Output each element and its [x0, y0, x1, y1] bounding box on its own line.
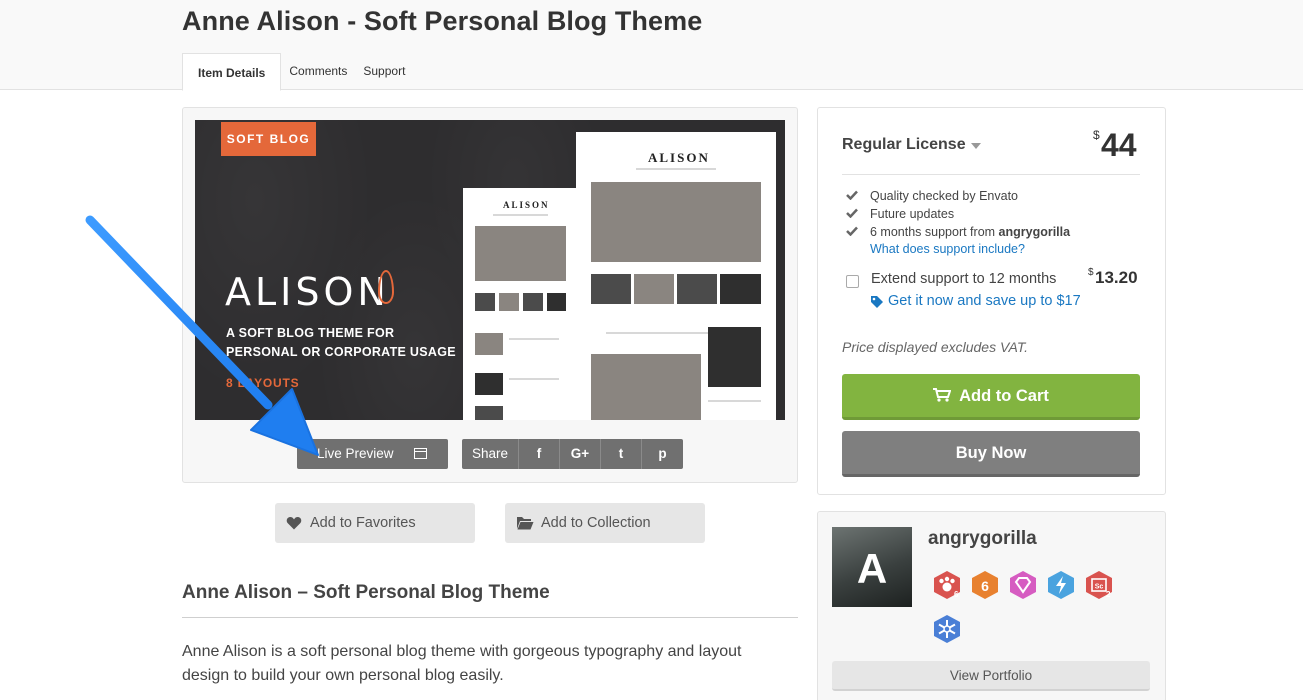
tagline-line-1: A SOFT BLOG THEME FOR — [226, 326, 395, 340]
mockup-thumb — [677, 274, 717, 304]
live-preview-label: Live Preview — [317, 446, 394, 461]
cart-icon — [933, 388, 952, 402]
mockup-photo — [708, 327, 761, 387]
mockup-photo — [591, 354, 701, 420]
alison-logo: ALISON — [225, 270, 390, 314]
mockup-back-logo: ALISON — [503, 200, 550, 210]
badge-glyph: 6 — [981, 578, 989, 594]
folder-open-icon — [517, 517, 534, 530]
add-to-cart-button[interactable]: Add to Cart — [842, 374, 1140, 420]
mockup-thumb — [475, 406, 503, 420]
mockup-thumb — [475, 373, 503, 395]
license-divider — [842, 174, 1140, 175]
mockup-front-page: ALISON — [576, 132, 776, 420]
mockup-thumb — [591, 274, 631, 304]
save-offer-link[interactable]: Get it now and save up to $17 — [888, 293, 1081, 309]
share-label: Share — [462, 439, 519, 469]
tagline-line-2: PERSONAL OR CORPORATE USAGE — [226, 345, 456, 359]
mockup-thumb — [499, 293, 519, 311]
mockup-thumb — [634, 274, 674, 304]
mockup-back-page: ALISON — [463, 188, 578, 420]
feature-support-text: 6 months support from — [870, 225, 999, 239]
add-to-collection-button[interactable]: Add to Collection — [505, 503, 705, 543]
price-currency: $ — [1093, 128, 1100, 142]
feature-support: 6 months support from angrygorilla — [870, 225, 1070, 239]
soft-blog-badge: SOFT BLOG — [221, 122, 316, 156]
twitter-icon[interactable]: t — [601, 439, 642, 469]
live-preview-button[interactable]: Live Preview — [297, 439, 448, 469]
mockup-front-logo: ALISON — [648, 150, 710, 165]
share-group: Share f G+ t p — [462, 439, 683, 469]
chevron-down-icon[interactable] — [971, 143, 981, 149]
facebook-icon[interactable]: f — [519, 439, 560, 469]
feature-support-author: angrygorilla — [998, 225, 1071, 239]
mockup-line — [493, 214, 548, 216]
google-plus-icon[interactable]: G+ — [560, 439, 601, 469]
mockup-thumb — [523, 293, 543, 311]
extend-support-price: 13.20 — [1095, 268, 1138, 287]
extend-support-checkbox[interactable] — [846, 275, 859, 288]
mockup-thumb — [475, 333, 503, 355]
window-icon — [414, 448, 427, 459]
view-portfolio-button[interactable]: View Portfolio — [832, 661, 1150, 691]
page-title: Anne Alison - Soft Personal Blog Theme — [182, 6, 703, 36]
mockup-line — [708, 400, 761, 402]
layouts-text: 8 LAYOUTS — [226, 376, 300, 390]
bolt-badge-icon[interactable] — [1046, 570, 1076, 600]
description-body: Anne Alison is a soft personal blog them… — [182, 643, 742, 684]
pinterest-icon[interactable]: p — [642, 439, 683, 469]
tag-icon — [871, 296, 883, 308]
six-badge-icon[interactable]: 6 — [970, 570, 1000, 600]
item-tabs: Item Details Comments Support — [182, 53, 413, 91]
badge-glyph: Sc — [1095, 584, 1104, 591]
mockup-thumb — [720, 274, 761, 304]
add-to-cart-label: Add to Cart — [959, 387, 1049, 405]
mockup-hero-photo — [591, 182, 761, 262]
tab-item-details[interactable]: Item Details — [182, 53, 282, 91]
author-name[interactable]: angrygorilla — [928, 528, 1037, 550]
chip-badge-icon[interactable]: Sc 2 — [1084, 570, 1114, 600]
mockup-hero-photo — [475, 226, 566, 281]
buy-now-button[interactable]: Buy Now — [842, 431, 1140, 477]
avatar[interactable]: A — [832, 527, 912, 607]
tab-comments[interactable]: Comments — [281, 53, 355, 91]
heart-icon — [286, 517, 302, 530]
avatar-letter: A — [856, 545, 888, 592]
check-icon — [846, 226, 858, 236]
badge-count: 2 — [1106, 590, 1111, 599]
mockup-line — [509, 378, 559, 380]
add-to-favorites-button[interactable]: Add to Favorites — [275, 503, 475, 543]
feature-updates: Future updates — [870, 207, 955, 221]
item-preview-image[interactable]: SOFT BLOG ALISON A SOFT BLOG THEME FOR P… — [195, 120, 785, 420]
mockup-thumb — [547, 293, 566, 311]
support-info-link[interactable]: What does support include? — [870, 242, 1025, 256]
add-to-collection-label: Add to Collection — [541, 515, 651, 531]
license-price: 44 — [1101, 127, 1137, 163]
vat-note: Price displayed excludes VAT. — [842, 339, 1028, 355]
extend-currency: $ — [1088, 267, 1094, 278]
extend-support-label: Extend support to 12 months — [871, 271, 1057, 287]
paw-badge-icon[interactable]: 6 — [932, 570, 962, 600]
snowflake-badge-icon[interactable] — [932, 614, 962, 644]
badge-count: 6 — [954, 590, 959, 599]
mockup-line — [636, 168, 716, 170]
description-title: Anne Alison – Soft Personal Blog Theme — [182, 582, 550, 603]
add-to-favorites-label: Add to Favorites — [310, 515, 416, 531]
license-select[interactable]: Regular License — [842, 136, 966, 154]
tab-support[interactable]: Support — [355, 53, 413, 91]
mockup-thumb — [475, 293, 495, 311]
preview-tagline: A SOFT BLOG THEME FOR PERSONAL OR CORPOR… — [226, 324, 456, 362]
diamond-badge-icon[interactable] — [1008, 570, 1038, 600]
description-divider — [182, 617, 798, 618]
feature-quality: Quality checked by Envato — [870, 189, 1018, 203]
check-icon — [846, 208, 858, 218]
check-icon — [846, 190, 858, 200]
mockup-line — [509, 338, 559, 340]
